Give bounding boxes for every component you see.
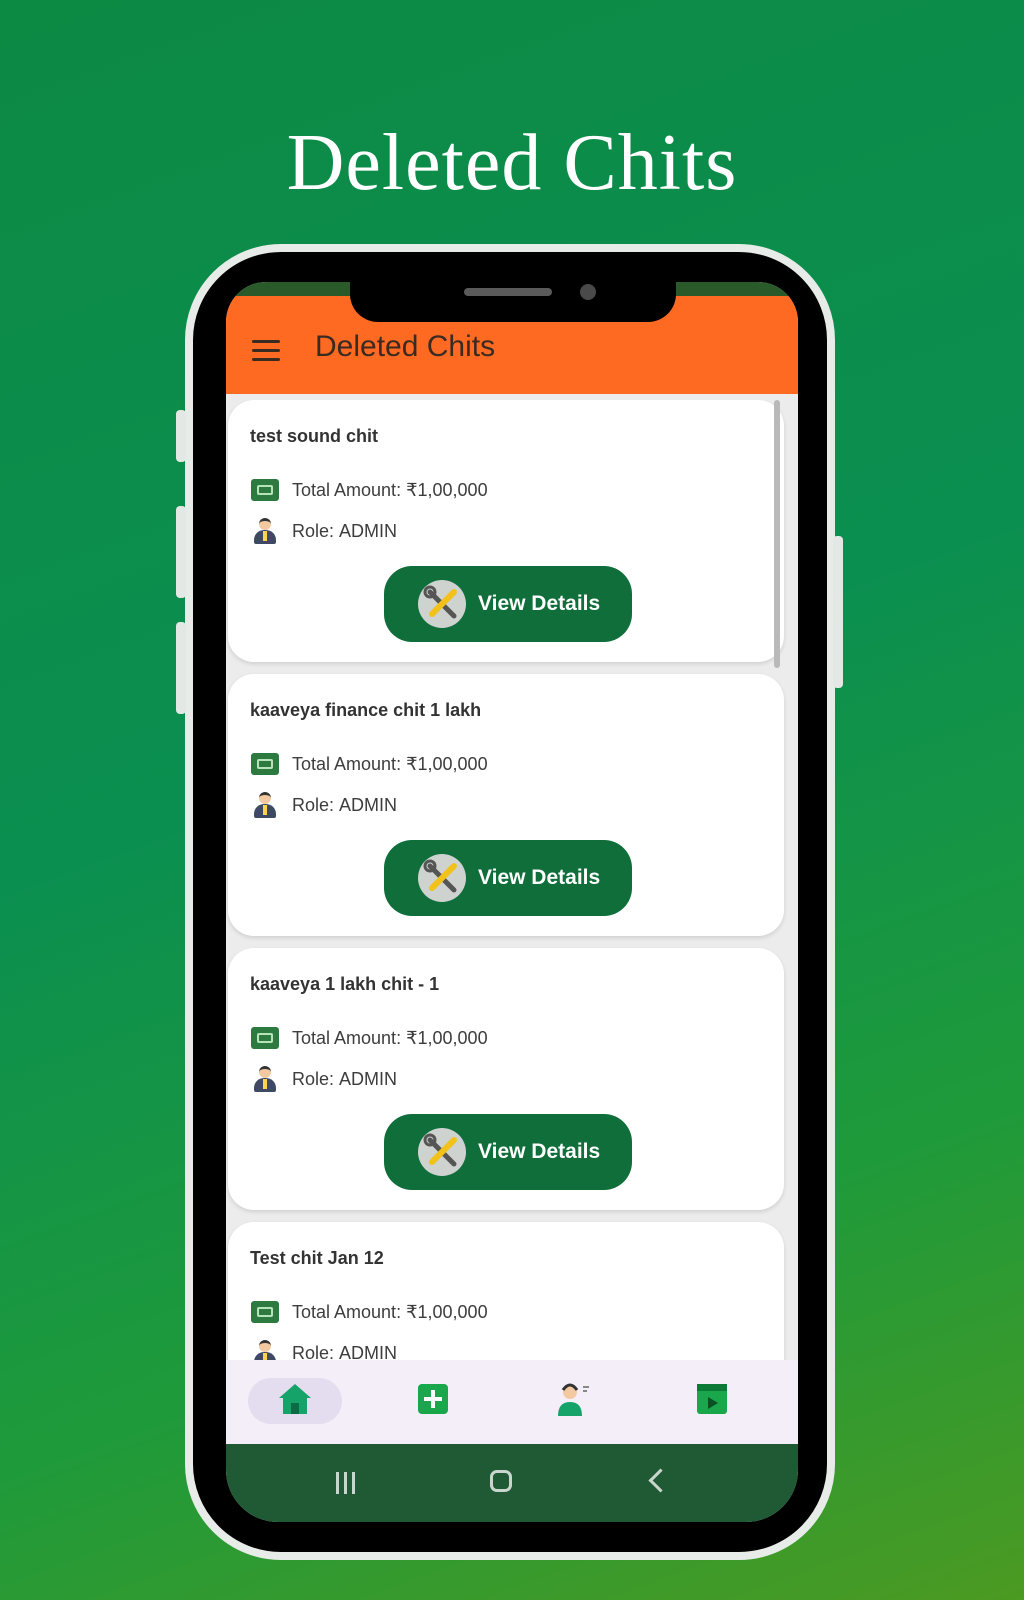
person-icon xyxy=(250,791,280,819)
total-amount-text: Total Amount: ₹1,00,000 xyxy=(292,1027,488,1048)
role-value: ADMIN xyxy=(339,520,398,541)
support-agent-icon[interactable] xyxy=(552,1378,592,1424)
role-row: Role: ADMIN xyxy=(250,1065,397,1093)
back-icon[interactable] xyxy=(648,1468,673,1493)
money-icon xyxy=(250,1024,280,1052)
role-row: Role: ADMIN xyxy=(250,517,397,545)
view-details-label: View Details xyxy=(478,866,601,889)
chit-name: Test chit Jan 12 xyxy=(250,1248,384,1268)
view-details-label: View Details xyxy=(478,1140,601,1163)
hamburger-menu-icon[interactable] xyxy=(252,340,282,362)
total-amount-row: Total Amount: ₹1,00,000 xyxy=(250,1024,488,1052)
total-amount-row: Total Amount: ₹1,00,000 xyxy=(250,750,488,778)
phone-notch xyxy=(350,282,676,322)
money-icon xyxy=(250,750,280,778)
total-amount-row: Total Amount: ₹1,00,000 xyxy=(250,476,488,504)
chit-card: test sound chit Total Amount: ₹1,00,000 … xyxy=(228,400,784,662)
tools-icon xyxy=(418,1128,466,1176)
bottom-navigation xyxy=(226,1360,798,1444)
total-amount-text: Total Amount: ₹1,00,000 xyxy=(292,1301,488,1322)
add-icon[interactable] xyxy=(415,1378,451,1424)
speaker-grille xyxy=(464,288,552,296)
view-details-label: View Details xyxy=(478,592,601,615)
home-circle-icon[interactable] xyxy=(490,1470,512,1492)
money-icon xyxy=(250,1298,280,1326)
page-title: Deleted Chits xyxy=(315,330,496,363)
total-amount-text: Total Amount: ₹1,00,000 xyxy=(292,479,488,500)
role-label: Role: xyxy=(292,520,340,541)
role-value: ADMIN xyxy=(339,794,398,815)
phone-side-button xyxy=(176,410,186,462)
video-icon[interactable] xyxy=(694,1378,730,1424)
chit-card: kaaveya 1 lakh chit - 1 Total Amount: ₹1… xyxy=(228,948,784,1210)
money-icon xyxy=(250,476,280,504)
role-label: Role: xyxy=(292,1068,340,1089)
view-details-button[interactable]: View Details xyxy=(384,1114,632,1190)
chit-name: test sound chit xyxy=(250,426,379,446)
person-icon xyxy=(250,517,280,545)
person-icon xyxy=(250,1065,280,1093)
role-value: ADMIN xyxy=(339,1068,398,1089)
tools-icon xyxy=(418,580,466,628)
promo-headline: Deleted Chits xyxy=(286,119,738,207)
view-details-button[interactable]: View Details xyxy=(384,566,632,642)
view-details-button[interactable]: View Details xyxy=(384,840,632,916)
total-amount-text: Total Amount: ₹1,00,000 xyxy=(292,753,488,774)
app-screen: Deleted Chits test sound chit Total Amou… xyxy=(226,282,798,1522)
role-row: Role: ADMIN xyxy=(250,791,397,819)
role-label: Role: xyxy=(292,794,340,815)
phone-volume-up-button xyxy=(176,506,186,598)
total-amount-row: Total Amount: ₹1,00,000 xyxy=(250,1298,488,1326)
chit-name: kaaveya 1 lakh chit - 1 xyxy=(250,974,440,994)
phone-power-button xyxy=(833,536,843,688)
system-navigation-bar xyxy=(226,1444,798,1522)
front-camera xyxy=(580,284,596,300)
chit-list[interactable]: test sound chit Total Amount: ₹1,00,000 … xyxy=(226,400,798,1390)
scrollbar[interactable] xyxy=(774,400,780,668)
chit-name: kaaveya finance chit 1 lakh xyxy=(250,700,482,720)
tools-icon xyxy=(418,854,466,902)
home-icon[interactable] xyxy=(274,1378,316,1424)
recents-icon[interactable] xyxy=(334,1472,360,1494)
chit-card: kaaveya finance chit 1 lakh Total Amount… xyxy=(228,674,784,936)
phone-volume-down-button xyxy=(176,622,186,714)
